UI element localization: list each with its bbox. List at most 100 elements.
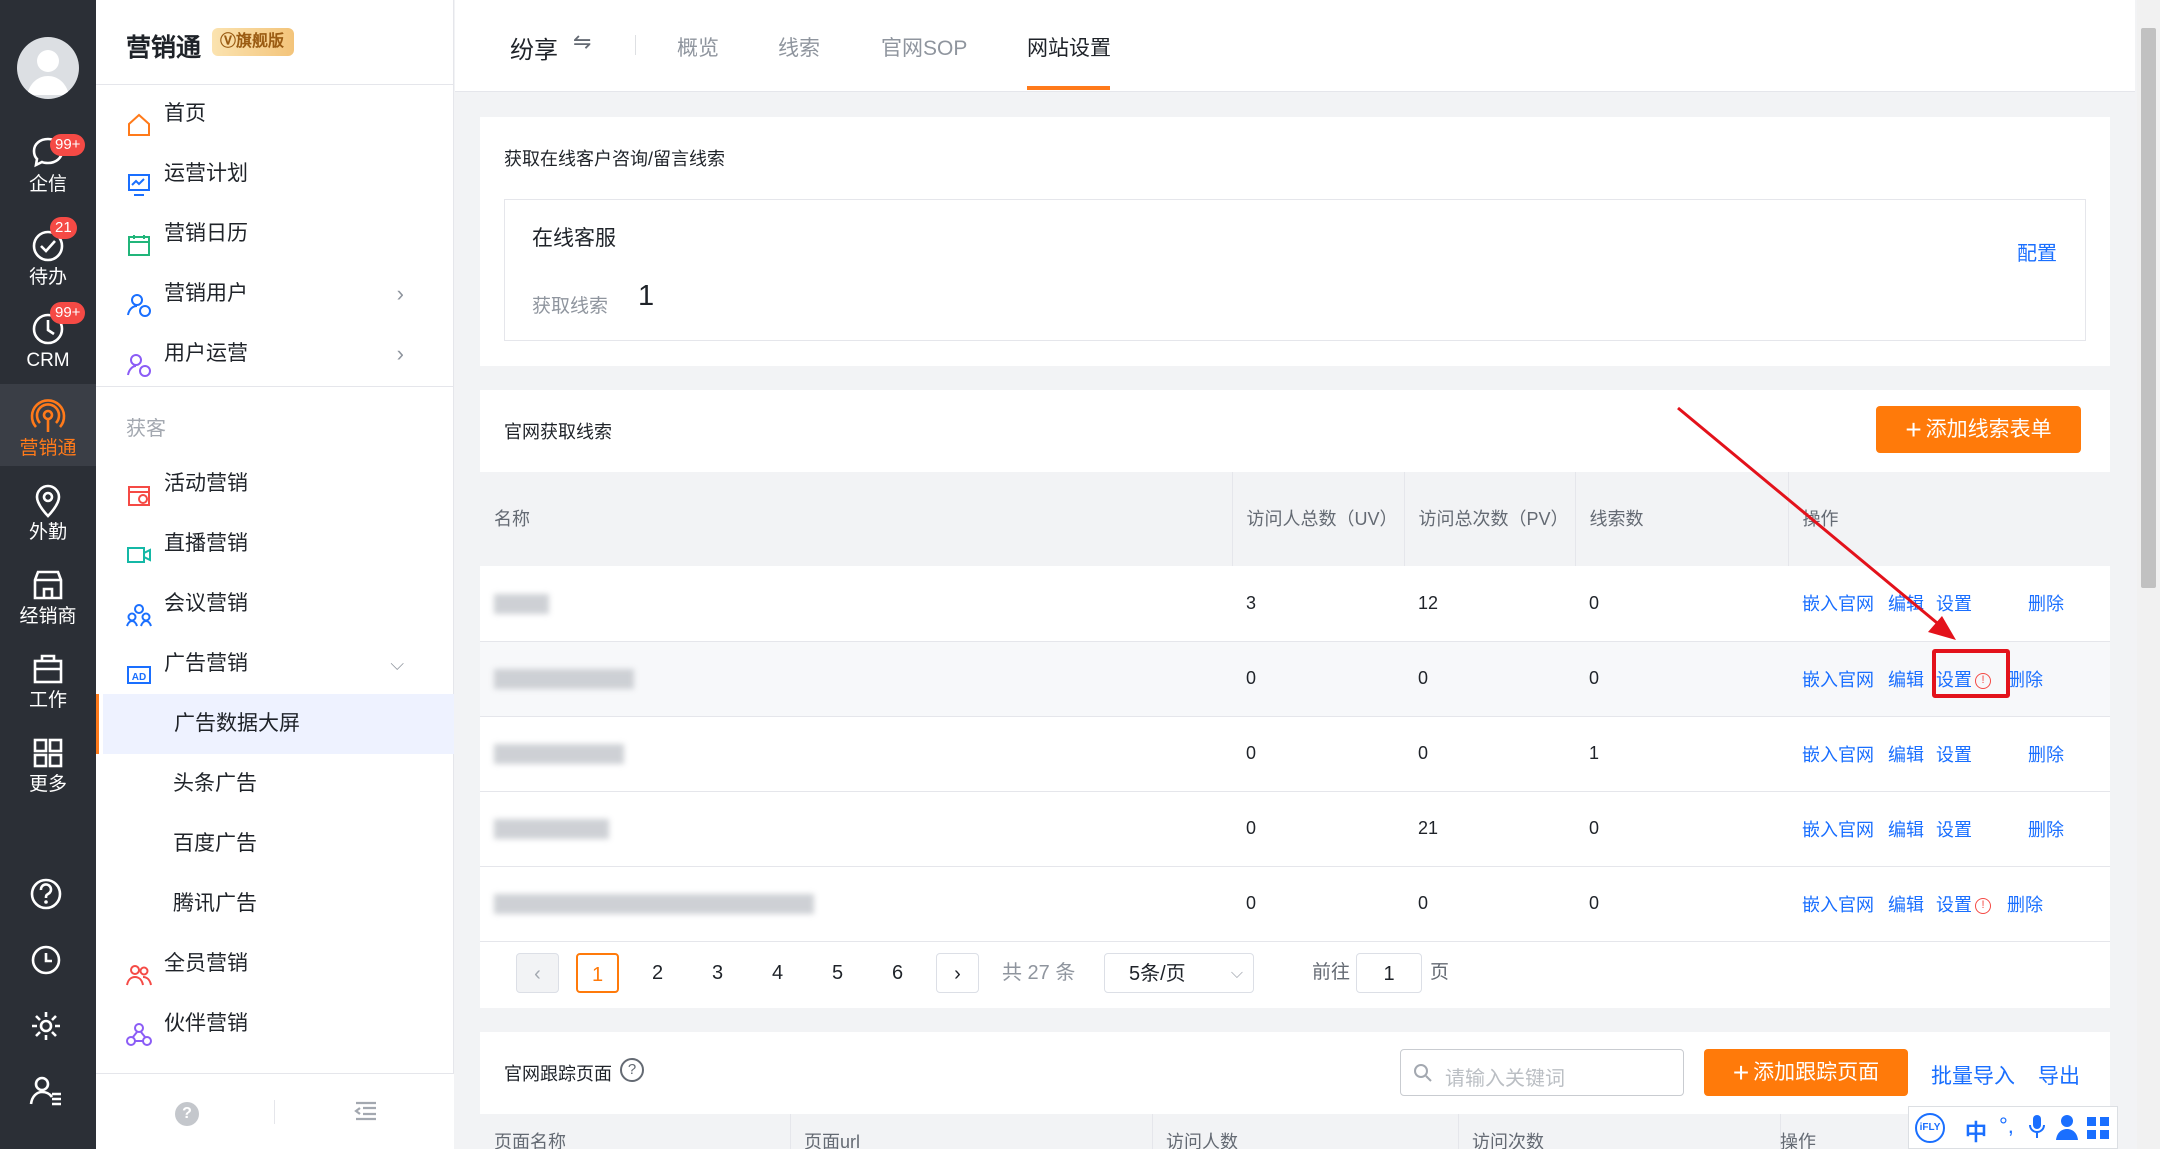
- settings-link[interactable]: 设置: [1936, 895, 1972, 915]
- tab-leads[interactable]: 线索: [778, 32, 820, 62]
- ime-chinese-toggle[interactable]: 中: [1965, 1115, 1987, 1147]
- nav-operation-plan[interactable]: 运营计划: [96, 144, 454, 204]
- svg-text:AD: AD: [132, 672, 146, 683]
- scrollbar-thumb[interactable]: [2141, 28, 2156, 588]
- nav-ad-marketing[interactable]: AD 广告营销 ⌵: [96, 634, 454, 694]
- tab-website-sop[interactable]: 官网SOP: [881, 32, 967, 62]
- nav-ad-dashboard[interactable]: 广告数据大屏: [96, 694, 454, 754]
- rail-item-todo[interactable]: 待办 21: [0, 205, 96, 288]
- export-link[interactable]: 导出: [2038, 1060, 2080, 1090]
- video-icon: [126, 532, 152, 563]
- tab-website-settings[interactable]: 网站设置: [1027, 32, 1111, 62]
- user-avatar[interactable]: [17, 37, 79, 99]
- active-tab-indicator: [1027, 86, 1110, 90]
- prev-page-button[interactable]: ‹: [516, 953, 559, 993]
- page-button[interactable]: 1: [576, 953, 619, 993]
- nav-tencent-ad[interactable]: 腾讯广告: [96, 874, 454, 934]
- rail-item-marketing[interactable]: 营销通: [0, 384, 96, 466]
- rail-item-crm[interactable]: CRM 99+: [0, 290, 96, 371]
- nav-user-operation[interactable]: 用户运营 ›: [96, 324, 454, 384]
- leads-value: 1: [638, 280, 655, 312]
- settings-gear-icon[interactable]: [28, 1008, 68, 1048]
- goto-page-input[interactable]: 1: [1356, 953, 1422, 993]
- ifly-logo-icon[interactable]: iFLY: [1915, 1113, 1945, 1143]
- edit-link[interactable]: 编辑: [1888, 895, 1924, 915]
- embed-site-link[interactable]: 嵌入官网: [1802, 895, 1874, 915]
- user-icon[interactable]: [2055, 1113, 2079, 1147]
- mic-icon[interactable]: [2027, 1113, 2047, 1147]
- page-scrollbar[interactable]: [2137, 0, 2160, 1149]
- edit-link[interactable]: 编辑: [1888, 745, 1924, 765]
- edition-badge-label: 旗舰版: [236, 33, 285, 50]
- edit-link[interactable]: 编辑: [1888, 820, 1924, 840]
- nav-event-marketing[interactable]: 活动营销: [96, 454, 454, 514]
- divider: [96, 386, 454, 387]
- collapse-sidebar-icon[interactable]: [353, 1098, 379, 1129]
- tab-overview[interactable]: 概览: [677, 32, 719, 62]
- config-link[interactable]: 配置: [2017, 237, 2057, 266]
- page-button[interactable]: 6: [876, 953, 919, 993]
- plan-icon: [126, 162, 152, 196]
- tracking-table-header: 页面名称 页面url 访问人数 访问次数 操作: [480, 1114, 2110, 1149]
- history-icon[interactable]: [28, 942, 68, 982]
- delete-link[interactable]: 删除: [2007, 670, 2043, 690]
- apps-grid-icon[interactable]: [2085, 1115, 2111, 1147]
- rail-item-work[interactable]: 工作: [0, 636, 96, 716]
- add-tracking-page-button[interactable]: + 添加跟踪页面: [1704, 1049, 1908, 1096]
- delete-link[interactable]: 删除: [2007, 895, 2043, 915]
- rail-item-field[interactable]: 外勤: [0, 468, 96, 548]
- divider: [635, 35, 636, 55]
- nav-home[interactable]: 首页: [96, 84, 454, 144]
- nav-all-staff-marketing[interactable]: 全员营销: [96, 934, 454, 994]
- next-page-button[interactable]: ›: [936, 953, 979, 993]
- punctuation-icon[interactable]: °,: [1999, 1113, 2014, 1139]
- section-title: 获取在线客户咨询/留言线索: [504, 149, 725, 169]
- nav-live-marketing[interactable]: 直播营销: [96, 514, 454, 574]
- page-button[interactable]: 4: [756, 953, 799, 993]
- page-button[interactable]: 2: [636, 953, 679, 993]
- settings-link[interactable]: 设置: [1936, 820, 1972, 840]
- divider: [1152, 1114, 1153, 1149]
- tracking-search-input[interactable]: 请输入关键词: [1400, 1049, 1684, 1096]
- edit-link[interactable]: 编辑: [1888, 670, 1924, 690]
- nav-baidu-ad[interactable]: 百度广告: [96, 814, 454, 874]
- leads-count-link[interactable]: 1: [1575, 716, 1788, 792]
- help-icon[interactable]: [28, 876, 68, 916]
- nav-marketing-calendar[interactable]: 营销日历: [96, 204, 454, 264]
- settings-link[interactable]: 设置: [1936, 745, 1972, 765]
- page-button[interactable]: 3: [696, 953, 739, 993]
- help-icon[interactable]: ?: [620, 1058, 644, 1082]
- delete-link[interactable]: 删除: [2028, 594, 2064, 614]
- column-header: 访问人数: [1166, 1132, 1238, 1149]
- delete-link[interactable]: 删除: [2028, 745, 2064, 765]
- user-add-icon: [126, 282, 152, 317]
- embed-site-link[interactable]: 嵌入官网: [1802, 745, 1874, 765]
- edition-badge: Ⓥ旗舰版: [212, 28, 295, 56]
- embed-site-link[interactable]: 嵌入官网: [1802, 820, 1874, 840]
- help-icon[interactable]: ?: [175, 1102, 199, 1126]
- rail-item-qixin[interactable]: 企信 99+: [0, 120, 96, 200]
- nav-toutiao-ad[interactable]: 头条广告: [96, 754, 454, 814]
- rail-item-dealer[interactable]: 经销商: [0, 552, 96, 632]
- nav-conference-marketing[interactable]: 会议营销: [96, 574, 454, 634]
- user-settings-icon[interactable]: [28, 1072, 68, 1112]
- nav-label: 百度广告: [173, 832, 257, 855]
- embed-site-link[interactable]: 嵌入官网: [1802, 670, 1874, 690]
- chevron-right-icon: ›: [396, 341, 404, 366]
- page-button[interactable]: 5: [816, 953, 859, 993]
- rail-label: 营销通: [19, 438, 77, 459]
- ops-cell: 嵌入官网 编辑 设置 删除: [1788, 716, 2110, 792]
- section-title: 官网跟踪页面: [504, 1064, 612, 1084]
- page-size-select[interactable]: 5条/页 ⌵: [1104, 953, 1254, 993]
- rail-item-more[interactable]: 更多: [0, 720, 96, 800]
- batch-import-link[interactable]: 批量导入: [1931, 1060, 2015, 1090]
- user-ops-icon: [126, 342, 152, 377]
- leads-count-link[interactable]: 0: [1575, 866, 1788, 942]
- v-icon: Ⓥ: [220, 33, 237, 50]
- leads-count-link[interactable]: 0: [1575, 791, 1788, 867]
- delete-link[interactable]: 删除: [2028, 820, 2064, 840]
- switch-icon[interactable]: ⇋: [573, 29, 591, 55]
- uv-cell: 0: [1232, 641, 1404, 717]
- nav-marketing-users[interactable]: 营销用户 ›: [96, 264, 454, 324]
- nav-partner-marketing[interactable]: 伙伴营销: [96, 994, 454, 1054]
